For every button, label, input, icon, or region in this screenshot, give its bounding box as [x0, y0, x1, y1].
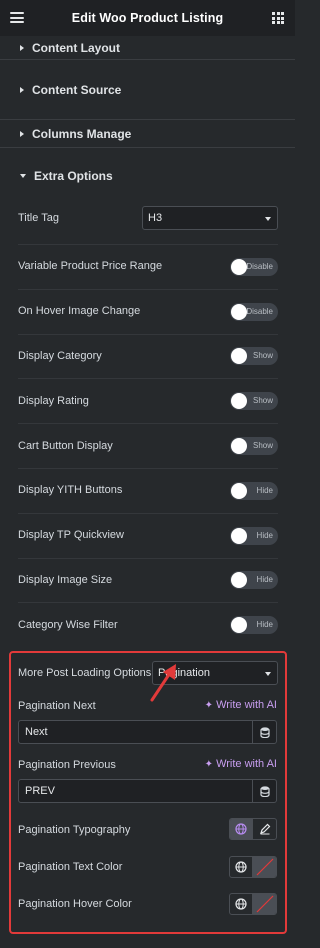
toggle-label: Display TP Quickview: [18, 529, 124, 541]
color-swatch-empty-icon[interactable]: [253, 857, 276, 877]
divider: [18, 558, 278, 559]
quickview-toggle[interactable]: Hide: [230, 527, 278, 545]
toggle-text: Hide: [256, 575, 273, 584]
hover-image-toggle[interactable]: Disable: [230, 303, 278, 321]
toggle-label: Cart Button Display: [18, 440, 113, 452]
divider: [18, 378, 278, 379]
typography-controls: [229, 818, 277, 840]
caret-down-icon: [20, 174, 26, 178]
display-rating-toggle[interactable]: Show: [230, 392, 278, 410]
toggle-text: Hide: [256, 620, 273, 629]
pagination-next-input[interactable]: Next: [18, 720, 277, 744]
divider: [18, 289, 278, 290]
pagination-prev-input[interactable]: PREV: [18, 779, 277, 803]
editor-header: Edit Woo Product Listing: [0, 0, 295, 36]
sparkle-icon: ✦: [204, 758, 214, 770]
red-arrow-icon: [150, 664, 176, 702]
caret-right-icon: [20, 44, 24, 51]
pagination-next-value: Next: [25, 726, 48, 738]
toggle-knob: [231, 572, 247, 588]
write-with-ai-button[interactable]: ✦ Write with AI: [205, 758, 277, 770]
category-filter-toggle[interactable]: Hide: [230, 616, 278, 634]
toggle-knob: [231, 348, 247, 364]
section-content-source[interactable]: Content Source: [0, 60, 295, 120]
display-category-toggle[interactable]: Show: [230, 347, 278, 365]
title-tag-value: H3: [148, 212, 163, 224]
toggle-label: Variable Product Price Range: [18, 260, 163, 272]
divider: [18, 513, 278, 514]
hover-color-controls: [229, 893, 277, 915]
pagination-prev-value: PREV: [25, 785, 55, 797]
yith-buttons-toggle[interactable]: Hide: [230, 482, 278, 500]
cart-button-toggle[interactable]: Show: [230, 437, 278, 455]
section-label: Content Source: [32, 82, 122, 97]
sparkle-icon: ✦: [204, 699, 214, 711]
hamburger-icon[interactable]: [10, 12, 24, 23]
pencil-icon[interactable]: [253, 819, 276, 839]
panel-title: Edit Woo Product Listing: [71, 11, 224, 25]
toggle-knob: [231, 304, 247, 320]
toggle-text: Disable: [246, 307, 273, 316]
section-label: Content Layout: [32, 40, 120, 55]
globe-icon[interactable]: [230, 819, 254, 839]
toggle-knob: [231, 483, 247, 499]
divider: [18, 602, 278, 603]
text-color-controls: [229, 856, 277, 878]
toggle-label: Category Wise Filter: [18, 619, 118, 631]
toggle-text: Show: [252, 441, 273, 450]
database-icon[interactable]: [252, 780, 276, 802]
divider: [18, 334, 278, 335]
caret-down-icon: [265, 216, 271, 221]
toggle-label: On Hover Image Change: [18, 305, 141, 317]
toggle-knob: [231, 393, 247, 409]
toggle-text: Hide: [256, 531, 273, 540]
toggle-text: Hide: [256, 486, 273, 495]
section-content-layout[interactable]: Content Layout: [0, 36, 295, 60]
grid-icon[interactable]: [272, 12, 284, 24]
divider: [18, 423, 278, 424]
globe-icon[interactable]: [230, 857, 254, 877]
divider: [18, 244, 278, 245]
caret-right-icon: [20, 86, 24, 93]
toggle-knob: [231, 617, 247, 633]
pagination-next-label: Pagination Next: [18, 700, 96, 712]
toggle-label: Display Category: [18, 350, 102, 362]
caret-right-icon: [20, 130, 24, 137]
caret-down-icon: [265, 671, 271, 676]
title-tag-select[interactable]: H3: [142, 206, 278, 230]
database-icon[interactable]: [252, 721, 276, 743]
section-columns-manage[interactable]: Columns Manage: [0, 120, 295, 148]
toggle-label: Display YITH Buttons: [18, 484, 123, 496]
toggle-knob: [231, 438, 247, 454]
image-size-toggle[interactable]: Hide: [230, 571, 278, 589]
toggle-text: Disable: [246, 262, 273, 271]
toggle-text: Show: [252, 396, 273, 405]
title-tag-label: Title Tag: [18, 212, 59, 224]
pagination-prev-label: Pagination Previous: [18, 759, 116, 771]
section-extra-options[interactable]: Extra Options: [0, 148, 295, 204]
section-label: Extra Options: [34, 169, 113, 183]
section-label: Columns Manage: [32, 126, 132, 141]
divider: [18, 468, 278, 469]
write-with-ai-button[interactable]: ✦ Write with AI: [205, 699, 277, 711]
globe-icon[interactable]: [230, 894, 254, 914]
toggle-knob: [231, 528, 247, 544]
toggle-label: Display Image Size: [18, 574, 113, 586]
pagination-typography-label: Pagination Typography: [18, 824, 131, 836]
write-with-ai-label: Write with AI: [216, 758, 277, 770]
variable-price-toggle[interactable]: Disable: [230, 258, 278, 276]
loading-options-label: More Post Loading Options: [18, 667, 152, 679]
pagination-hover-color-label: Pagination Hover Color: [18, 898, 132, 910]
toggle-label: Display Rating: [18, 395, 89, 407]
color-swatch-empty-icon[interactable]: [253, 894, 276, 914]
pagination-text-color-label: Pagination Text Color: [18, 861, 123, 873]
toggle-knob: [231, 259, 247, 275]
toggle-text: Show: [252, 351, 273, 360]
write-with-ai-label: Write with AI: [216, 699, 277, 711]
